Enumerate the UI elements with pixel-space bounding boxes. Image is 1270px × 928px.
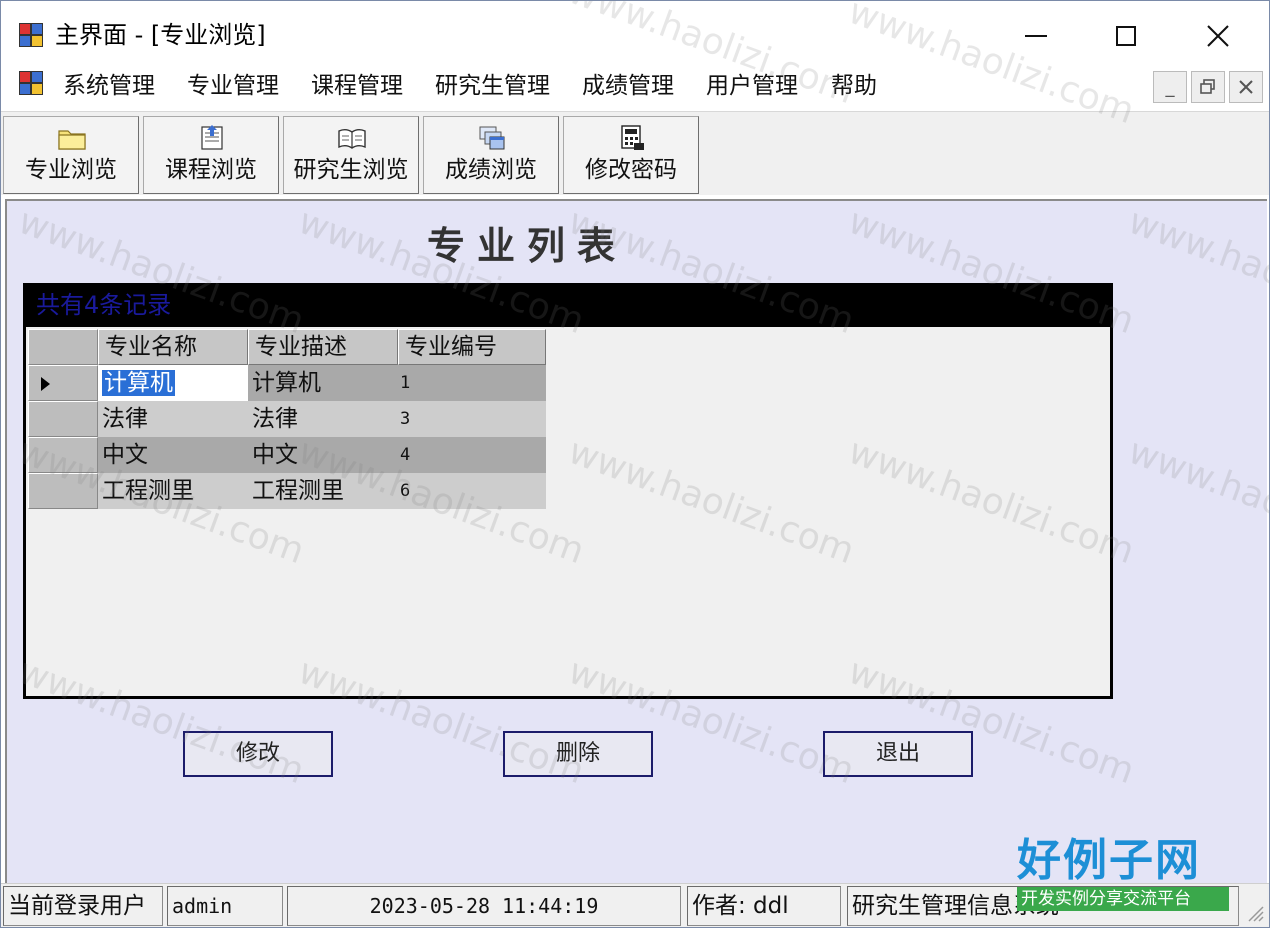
column-header-name[interactable]: 专业名称: [98, 329, 248, 365]
selected-cell-text: 计算机: [102, 370, 175, 396]
open-book-icon: [338, 129, 366, 149]
toolbar-course-browse-button[interactable]: 课程浏览: [143, 116, 279, 194]
close-icon: [1239, 80, 1253, 94]
cell-description[interactable]: 法律: [248, 401, 398, 437]
cell-description[interactable]: 计算机: [248, 365, 398, 401]
cell-name[interactable]: 工程测里: [98, 473, 248, 509]
menu-help[interactable]: 帮助: [827, 69, 881, 103]
maximize-button[interactable]: [1081, 15, 1171, 57]
toolbar-change-password-button[interactable]: 修改密码: [563, 116, 699, 194]
document-upload-icon: [201, 125, 223, 150]
cell-id[interactable]: 1: [398, 365, 546, 401]
current-row-pointer-icon: [41, 377, 50, 391]
mdi-restore-button[interactable]: [1191, 71, 1225, 103]
toolbar-grades-browse-button[interactable]: 成绩浏览: [423, 116, 559, 194]
app-icon: [19, 23, 45, 49]
toolbar-graduate-browse-button[interactable]: 研究生浏览: [283, 116, 419, 194]
resize-grip-icon[interactable]: [1243, 901, 1265, 923]
mdi-child-icon[interactable]: [19, 71, 45, 97]
maximize-icon: [1116, 26, 1136, 46]
mdi-close-button[interactable]: [1229, 71, 1263, 103]
cell-description[interactable]: 工程测里: [248, 473, 398, 509]
toolbar-button-label: 专业浏览: [25, 157, 117, 183]
row-header[interactable]: [28, 437, 98, 473]
main-window: 主界面 - [专业浏览] 系统管理 专业管理 课程管理 研究生管理 成绩管理 用…: [0, 0, 1270, 928]
row-header[interactable]: [28, 401, 98, 437]
exit-button[interactable]: 退出: [823, 731, 973, 777]
table-row[interactable]: 计算机 计算机 1: [28, 365, 546, 401]
cell-id[interactable]: 4: [398, 437, 546, 473]
grid-corner-cell[interactable]: [28, 329, 98, 365]
table-row[interactable]: 工程测里 工程测里 6: [28, 473, 546, 509]
calculator-icon: [621, 125, 644, 150]
menu-system[interactable]: 系统管理: [59, 69, 159, 103]
logo-subtitle: 开发实例分享交流平台: [1017, 887, 1229, 911]
toolbar-major-browse-button[interactable]: 专业浏览: [3, 116, 139, 194]
restore-icon: [1200, 79, 1215, 94]
menu-grades[interactable]: 成绩管理: [578, 69, 678, 103]
row-header[interactable]: [28, 365, 98, 401]
close-icon: [1207, 25, 1229, 47]
edit-button[interactable]: 修改: [183, 731, 333, 777]
mdi-controls: _: [1153, 71, 1263, 103]
grid-table: 专业名称 专业描述 专业编号 计算机 计算机 1 法律 法律 3 中文 中文 4…: [28, 329, 546, 509]
window-title: 主界面 - [专业浏览]: [55, 21, 266, 49]
delete-button[interactable]: 删除: [503, 731, 653, 777]
page-title: 专业列表: [427, 224, 628, 268]
menu-major[interactable]: 专业管理: [183, 69, 283, 103]
mdi-client-area: 专业列表 共有4条记录 专业名称 专业描述 专业编号 计算机 计算机 1 法律 …: [5, 199, 1267, 883]
logo-title: 好例子网: [1017, 835, 1201, 886]
toolbar-button-label: 修改密码: [585, 157, 677, 183]
menu-graduate[interactable]: 研究生管理: [431, 69, 554, 103]
close-button[interactable]: [1173, 15, 1263, 57]
minimize-button[interactable]: [991, 15, 1081, 57]
status-author: 作者: ddl: [687, 886, 841, 926]
status-datetime: 2023-05-28 11:44:19: [287, 886, 681, 926]
menu-bar: 系统管理 专业管理 课程管理 研究生管理 成绩管理 用户管理 帮助 _: [1, 65, 1269, 107]
title-bar[interactable]: 主界面 - [专业浏览]: [1, 1, 1269, 65]
toolbar-button-label: 成绩浏览: [445, 157, 537, 183]
menu-course[interactable]: 课程管理: [307, 69, 407, 103]
toolbar-button-label: 研究生浏览: [293, 157, 409, 183]
cell-name[interactable]: 法律: [98, 401, 248, 437]
folder-icon: [58, 130, 86, 150]
toolbar-button-label: 课程浏览: [165, 157, 257, 183]
grid-caption: 共有4条记录: [26, 283, 1110, 327]
column-header-description[interactable]: 专业描述: [248, 329, 398, 365]
table-row[interactable]: 中文 中文 4: [28, 437, 546, 473]
major-data-grid[interactable]: 共有4条记录 专业名称 专业描述 专业编号 计算机 计算机 1 法律 法律 3 …: [23, 283, 1113, 699]
mdi-minimize-button[interactable]: _: [1153, 71, 1187, 103]
cell-id[interactable]: 6: [398, 473, 546, 509]
menu-users[interactable]: 用户管理: [702, 69, 802, 103]
stacked-windows-icon: [479, 126, 505, 150]
cell-description[interactable]: 中文: [248, 437, 398, 473]
cell-id[interactable]: 3: [398, 401, 546, 437]
cell-name[interactable]: 计算机: [98, 365, 248, 401]
table-row[interactable]: 法律 法律 3: [28, 401, 546, 437]
toolbar: 专业浏览 课程浏览 研究生浏览 成绩浏览 修改密码: [1, 111, 1269, 195]
grid-header-row: 专业名称 专业描述 专业编号: [28, 329, 546, 365]
row-header[interactable]: [28, 473, 98, 509]
status-user-label: 当前登录用户: [3, 886, 163, 926]
status-username: admin: [167, 886, 283, 926]
column-header-id[interactable]: 专业编号: [398, 329, 546, 365]
cell-name[interactable]: 中文: [98, 437, 248, 473]
haolizi-logo: 好例子网 开发实例分享交流平台: [1017, 835, 1229, 919]
